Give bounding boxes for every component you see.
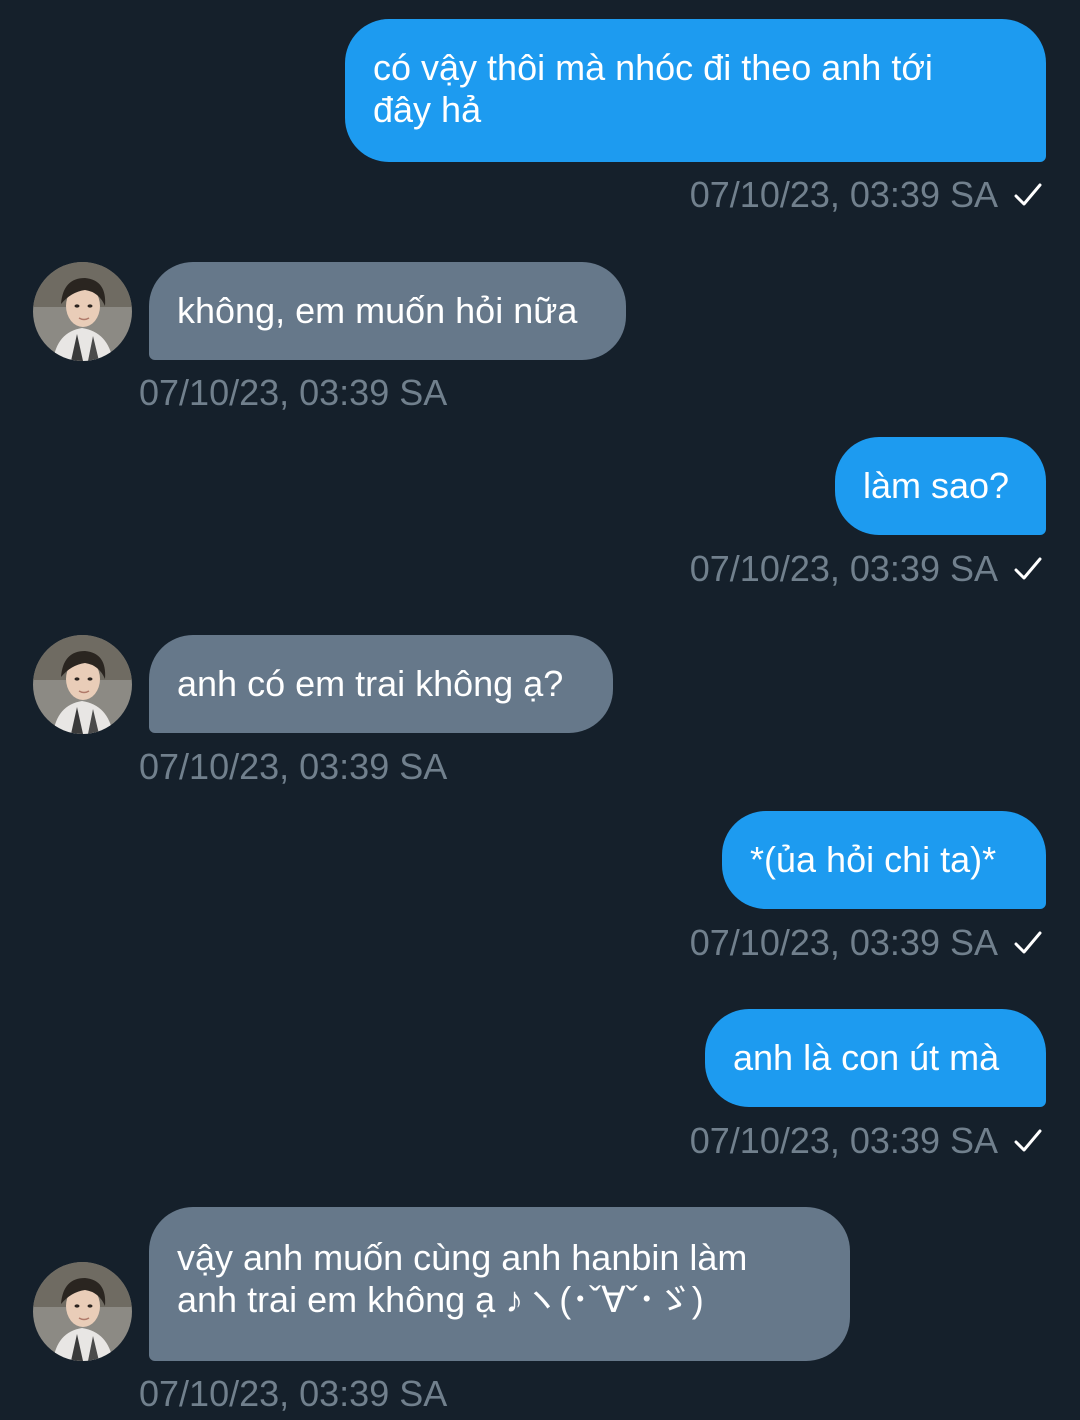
avatar-image <box>33 262 132 361</box>
check-icon <box>1014 1129 1042 1152</box>
avatar[interactable] <box>33 1262 132 1361</box>
message-bubble-incoming[interactable]: anh có em trai không ạ? <box>149 635 613 733</box>
avatar-image <box>33 1262 132 1361</box>
message-bubble-incoming[interactable]: không, em muốn hỏi nữa <box>149 262 626 360</box>
check-icon <box>1014 183 1042 206</box>
avatar[interactable] <box>33 262 132 361</box>
check-icon <box>1014 557 1042 580</box>
message-meta: 07/10/23, 03:39 SA <box>690 922 1044 964</box>
message-timestamp: 07/10/23, 03:39 SA <box>139 372 448 413</box>
message-bubble-outgoing[interactable]: anh là con út mà <box>705 1009 1046 1107</box>
message-bubble-outgoing[interactable]: *(ủa hỏi chi ta)* <box>722 811 1046 909</box>
message-timestamp: 07/10/23, 03:39 SA <box>139 746 448 787</box>
message-bubble-incoming[interactable]: vậy anh muốn cùng anh hanbin làm anh tra… <box>149 1207 850 1361</box>
check-icon <box>1014 931 1042 954</box>
message-timestamp: 07/10/23, 03:39 SA <box>689 1120 998 1161</box>
message-bubble-outgoing[interactable]: có vậy thôi mà nhóc đi theo anh tới đây … <box>345 19 1046 162</box>
avatar[interactable] <box>33 635 132 734</box>
avatar-image <box>33 635 132 734</box>
message-timestamp: 07/10/23, 03:39 SA <box>139 1373 448 1414</box>
message-bubble-outgoing[interactable]: làm sao? <box>835 437 1046 535</box>
message-timestamp: 07/10/23, 03:39 SA <box>689 922 998 963</box>
message-meta: 07/10/23, 03:39 SA <box>690 1120 1044 1162</box>
message-timestamp: 07/10/23, 03:39 SA <box>689 548 998 589</box>
message-meta: 07/10/23, 03:39 SA <box>690 548 1044 590</box>
message-meta: 07/10/23, 03:39 SA <box>690 174 1044 216</box>
message-timestamp: 07/10/23, 03:39 SA <box>689 174 998 215</box>
